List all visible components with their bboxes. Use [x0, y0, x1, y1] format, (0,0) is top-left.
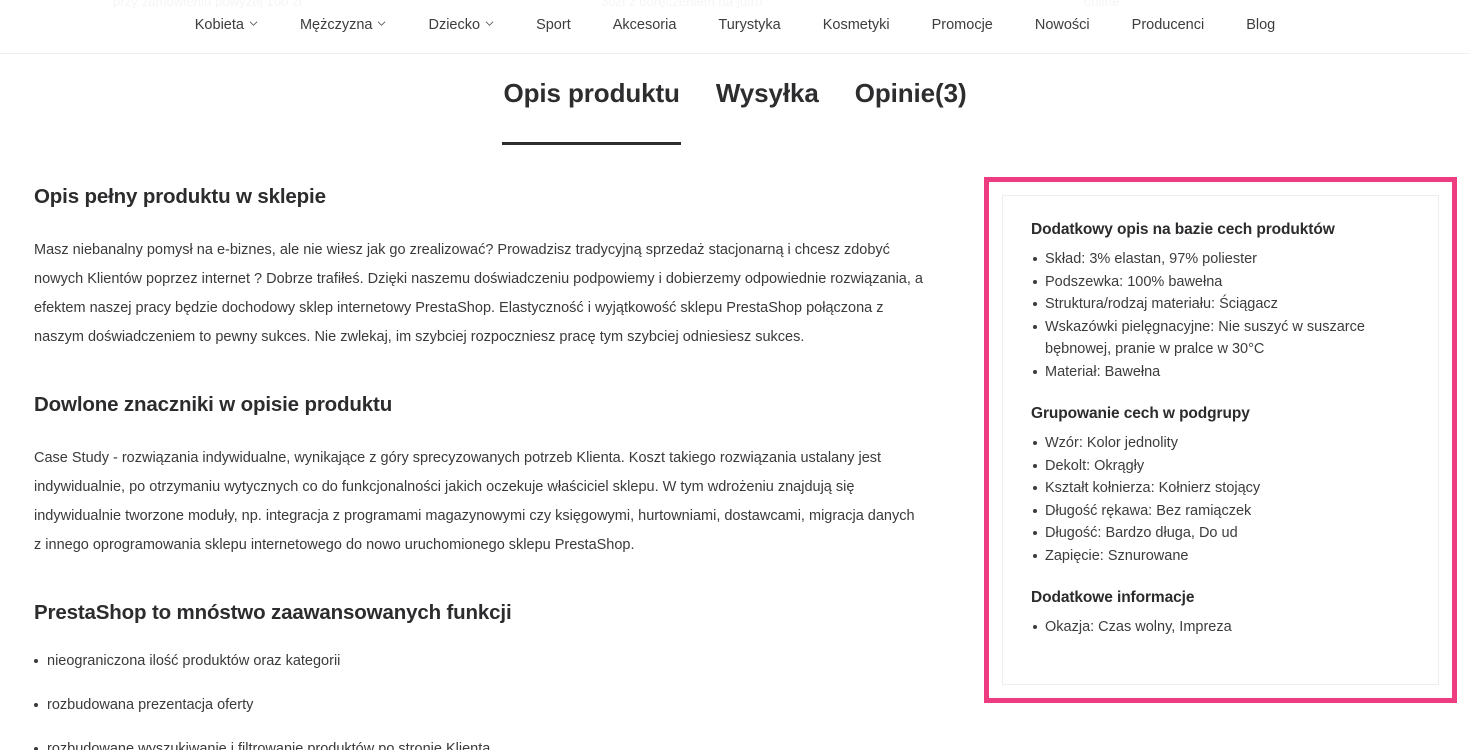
- attribute-list: Okazja: Czas wolny, Impreza: [1031, 616, 1410, 639]
- list-item: Dekolt: Okrągły: [1031, 455, 1410, 478]
- list-item: Wzór: Kolor jednolity: [1031, 432, 1410, 455]
- tab-opis-produktu[interactable]: Opis produktu: [485, 78, 697, 145]
- list-item: Długość rękawa: Bez ramiączek: [1031, 500, 1410, 523]
- nav-item-kobieta[interactable]: Kobieta: [174, 16, 279, 35]
- attribute-group-dodatkowe-informacje: Dodatkowe informacje Okazja: Czas wolny,…: [1031, 589, 1410, 639]
- description-section-2-heading: Dowlone znaczniki w opisie produktu: [34, 393, 393, 416]
- list-item: Podszewka: 100% bawełna: [1031, 271, 1410, 294]
- chevron-down-icon: [485, 19, 494, 28]
- description-section-3-heading: PrestaShop to mnóstwo zaawansowanych fun…: [34, 601, 512, 624]
- nav-list: Kobieta Mężczyzna Dziecko Sport Akcesori…: [0, 16, 1470, 35]
- nav-item-mezczyzna[interactable]: Mężczyzna: [279, 16, 408, 35]
- list-item: Zapięcie: Sznurowane: [1031, 545, 1410, 568]
- product-attributes-panel-highlighted: Dodatkowy opis na bazie cech produktów S…: [984, 177, 1457, 703]
- attribute-group-title: Dodatkowy opis na bazie cech produktów: [1031, 221, 1335, 238]
- attribute-group-title: Dodatkowe informacje: [1031, 589, 1195, 606]
- nav-item-kosmetyki[interactable]: Kosmetyki: [802, 16, 911, 35]
- nav-item-producenci[interactable]: Producenci: [1111, 16, 1226, 35]
- nav-item-label: Kobieta: [194, 17, 244, 33]
- nav-item-turystyka[interactable]: Turystyka: [697, 16, 801, 35]
- nav-item-sport[interactable]: Sport: [515, 16, 592, 35]
- nav-item-label: Promocje: [931, 17, 993, 33]
- nav-item-label: Turystyka: [718, 17, 781, 33]
- list-item: rozbudowane wyszukiwanie i filtrowanie p…: [34, 740, 934, 750]
- tab-label: Opinie(3): [854, 78, 967, 108]
- product-description-column: Opis pełny produktu w sklepie Masz nieba…: [34, 185, 934, 750]
- list-item: rozbudowana prezentacja oferty: [34, 696, 934, 715]
- tab-label: Wysyłka: [715, 78, 819, 108]
- attribute-group-dodatkowy-opis: Dodatkowy opis na bazie cech produktów S…: [1031, 221, 1410, 383]
- chevron-down-icon: [377, 19, 386, 28]
- nav-item-dziecko[interactable]: Dziecko: [407, 16, 515, 35]
- features-list: nieograniczona ilość produktów oraz kate…: [34, 652, 934, 750]
- nav-item-label: Akcesoria: [612, 17, 677, 33]
- nav-item-label: Dziecko: [428, 17, 481, 33]
- description-section-2-paragraph: Case Study - rozwiązania indywidualne, w…: [34, 450, 915, 553]
- tab-label: Opis produktu: [503, 78, 680, 108]
- nav-item-label: Kosmetyki: [822, 17, 890, 33]
- nav-item-nowosci[interactable]: Nowości: [1014, 16, 1111, 35]
- nav-item-label: Nowości: [1034, 17, 1090, 33]
- list-item: Kształt kołnierza: Kołnierz stojący: [1031, 477, 1410, 500]
- tab-wysylka[interactable]: Wysyłka: [698, 78, 837, 109]
- attribute-list: Wzór: Kolor jednolity Dekolt: Okrągły Ks…: [1031, 432, 1410, 567]
- list-item: Struktura/rodzaj materiału: Ściągacz: [1031, 293, 1410, 316]
- list-item: Wskazówki pielęgnacyjne: Nie suszyć w su…: [1031, 316, 1410, 361]
- nav-item-label: Producenci: [1131, 17, 1205, 33]
- tab-opinie[interactable]: Opinie(3): [837, 78, 985, 109]
- attribute-list: Skład: 3% elastan, 97% poliester Podszew…: [1031, 248, 1410, 383]
- main-navigation: Kobieta Mężczyzna Dziecko Sport Akcesori…: [0, 0, 1470, 54]
- nav-item-promocje[interactable]: Promocje: [911, 16, 1014, 35]
- product-description-page: przy zamówieniu powyżej 100 zł 30zł z do…: [0, 0, 1470, 750]
- list-item: Materiał: Bawełna: [1031, 361, 1410, 384]
- nav-item-label: Blog: [1246, 17, 1276, 33]
- chevron-down-icon: [249, 19, 258, 28]
- nav-item-label: Mężczyzna: [299, 17, 373, 33]
- active-tab-indicator: [502, 142, 681, 145]
- product-tabs: Opis produktu Wysyłka Opinie(3): [0, 78, 1470, 145]
- nav-item-akcesoria[interactable]: Akcesoria: [592, 16, 698, 35]
- attribute-group-grupowanie-cech: Grupowanie cech w podgrupy Wzór: Kolor j…: [1031, 405, 1410, 567]
- attribute-group-title: Grupowanie cech w podgrupy: [1031, 405, 1250, 422]
- list-item: Długość: Bardzo długa, Do ud: [1031, 522, 1410, 545]
- nav-item-blog[interactable]: Blog: [1225, 16, 1296, 35]
- list-item: nieograniczona ilość produktów oraz kate…: [34, 652, 934, 671]
- product-attributes-inner-box: Dodatkowy opis na bazie cech produktów S…: [1002, 195, 1439, 685]
- description-section-1-paragraph: Masz niebanalny pomysł na e-biznes, ale …: [34, 242, 923, 345]
- list-item: Okazja: Czas wolny, Impreza: [1031, 616, 1410, 639]
- list-item: Skład: 3% elastan, 97% poliester: [1031, 248, 1410, 271]
- description-section-1-heading: Opis pełny produktu w sklepie: [34, 185, 326, 208]
- nav-item-label: Sport: [536, 17, 571, 33]
